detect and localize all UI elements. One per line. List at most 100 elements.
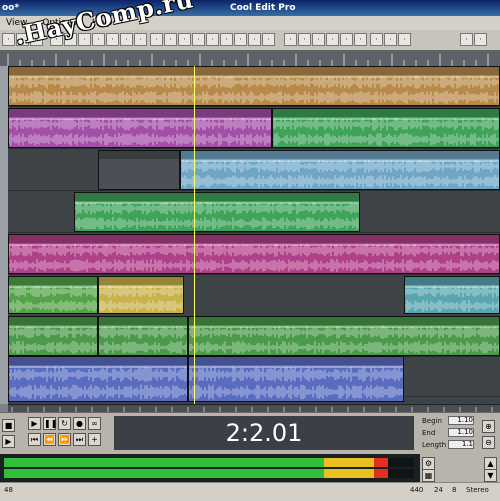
- status-sample-rate: 440: [410, 486, 424, 494]
- zoom-out-icon[interactable]: ⊖: [482, 436, 495, 449]
- waveform-channel: [9, 91, 499, 104]
- audio-clip[interactable]: [180, 150, 500, 190]
- solo-icon[interactable]: ·: [234, 33, 247, 46]
- audio-clip[interactable]: [8, 234, 500, 274]
- waveform: [9, 366, 187, 400]
- waveform-channel: [273, 117, 499, 131]
- go-to-start-icon[interactable]: ⏮: [28, 433, 41, 446]
- waveform-channel: [99, 325, 187, 339]
- open-icon[interactable]: ·: [2, 33, 15, 46]
- sel-end-field[interactable]: 1.10: [448, 428, 474, 437]
- waveform: [9, 285, 97, 312]
- window-title: Cool Edit Pro: [230, 3, 296, 13]
- audio-clip[interactable]: [404, 276, 500, 314]
- redo-icon[interactable]: ·: [92, 33, 105, 46]
- play-icon[interactable]: ▶: [2, 435, 15, 448]
- right-panel: ⚙ ▦ ▲ ▼: [420, 454, 500, 482]
- record-icon[interactable]: ●: [73, 417, 86, 430]
- audio-clip[interactable]: [188, 316, 500, 356]
- move-icon[interactable]: ·: [340, 33, 353, 46]
- group-icon[interactable]: ·: [192, 33, 205, 46]
- waveform-channel: [9, 117, 271, 131]
- zoom-icon[interactable]: ⊕: [482, 420, 495, 433]
- level-segment: [4, 458, 324, 467]
- track-scrollbar[interactable]: [0, 66, 8, 404]
- playhead[interactable]: [194, 66, 195, 404]
- loop-icon[interactable]: ∞: [88, 417, 101, 430]
- level-segment: [324, 469, 374, 478]
- audio-clip[interactable]: [74, 192, 360, 232]
- ruler-ticks: [7, 54, 489, 66]
- waveform: [405, 285, 499, 312]
- insert-icon[interactable]: ·: [298, 33, 311, 46]
- marker-icon[interactable]: ·: [384, 33, 397, 46]
- audio-clip[interactable]: [272, 108, 500, 148]
- waveform-channel: [189, 367, 403, 382]
- waveform: [99, 285, 183, 312]
- audio-clip[interactable]: [188, 356, 404, 402]
- grid-icon[interactable]: ▦: [422, 469, 435, 482]
- scrub-icon[interactable]: ·: [354, 33, 367, 46]
- audio-clip[interactable]: [8, 356, 188, 402]
- fast-forward-icon[interactable]: ⏩: [58, 433, 71, 446]
- sel-length-field[interactable]: 1.1: [448, 440, 474, 449]
- zoom-icon[interactable]: ·: [120, 33, 133, 46]
- clip-header: [99, 151, 179, 159]
- level-segment: [374, 458, 388, 467]
- trim-icon[interactable]: ·: [134, 33, 147, 46]
- level-meter-bars: [4, 458, 414, 478]
- waveform-channel: [9, 75, 499, 89]
- waveform: [181, 159, 499, 188]
- audio-clip[interactable]: [98, 276, 184, 314]
- play-looped-icon[interactable]: ↻: [58, 417, 71, 430]
- props-icon[interactable]: ·: [460, 33, 473, 46]
- level-segment: [374, 469, 388, 478]
- rewind-icon[interactable]: ⏪: [43, 433, 56, 446]
- stop-icon[interactable]: ■: [2, 419, 15, 432]
- waveform: [189, 366, 403, 400]
- lock-icon[interactable]: ·: [206, 33, 219, 46]
- audio-clip[interactable]: [8, 108, 272, 148]
- waveform: [99, 325, 187, 354]
- mix-icon[interactable]: ·: [106, 33, 119, 46]
- audio-clip[interactable]: [8, 66, 500, 106]
- go-to-end-icon[interactable]: ⏭: [73, 433, 86, 446]
- level-meter: [0, 454, 420, 482]
- timeline-ruler[interactable]: [0, 50, 500, 67]
- record-icon[interactable]: ·: [248, 33, 261, 46]
- audio-clip[interactable]: [98, 316, 188, 356]
- waveform-channel: [9, 259, 499, 272]
- waveform-channel: [9, 243, 499, 257]
- time-display: 2:2.01: [114, 416, 414, 450]
- waveform: [9, 325, 97, 354]
- help-icon[interactable]: ·: [474, 33, 487, 46]
- audio-clip[interactable]: [8, 276, 98, 314]
- waveform-channel: [75, 217, 359, 230]
- audio-clip[interactable]: [8, 316, 98, 356]
- play-to-end-icon[interactable]: ▶: [28, 417, 41, 430]
- arrow-down-icon[interactable]: ▼: [484, 469, 497, 482]
- grid-icon[interactable]: ·: [284, 33, 297, 46]
- sel-begin-field[interactable]: 1.10: [448, 416, 474, 425]
- mute-icon[interactable]: ·: [220, 33, 233, 46]
- waveform: [189, 325, 499, 354]
- envelope-icon[interactable]: ·: [178, 33, 191, 46]
- waveform: [9, 243, 499, 272]
- meter-icon[interactable]: ·: [398, 33, 411, 46]
- snap-icon[interactable]: ·: [262, 33, 275, 46]
- split-icon[interactable]: ·: [150, 33, 163, 46]
- pause-icon[interactable]: ❚❚: [43, 417, 57, 430]
- select-icon[interactable]: ·: [326, 33, 339, 46]
- waveform-channel: [181, 175, 499, 188]
- sel-length-label: Length: [422, 441, 447, 449]
- status-mode: Stereo: [466, 486, 489, 494]
- title-left: oo*: [2, 3, 20, 13]
- zoom-in-icon[interactable]: +: [88, 433, 101, 446]
- loop-icon[interactable]: ·: [370, 33, 383, 46]
- delete-icon[interactable]: ·: [312, 33, 325, 46]
- waveform-channel: [9, 341, 97, 354]
- fade-icon[interactable]: ·: [164, 33, 177, 46]
- waveform-channel: [189, 325, 499, 339]
- audio-clip[interactable]: [98, 150, 180, 190]
- waveform-channel: [9, 325, 97, 339]
